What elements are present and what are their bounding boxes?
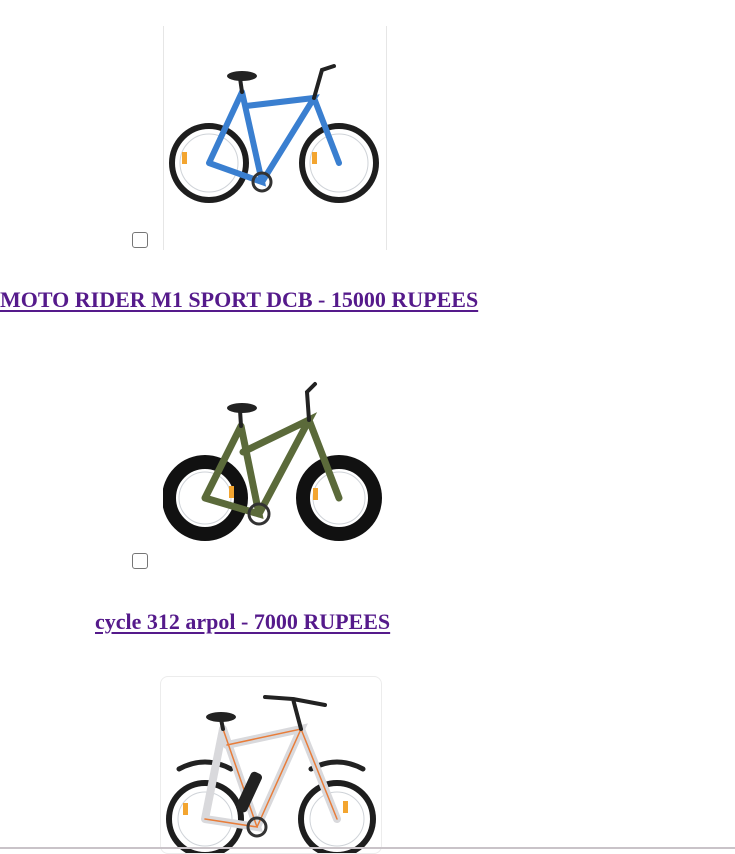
- product-title-link[interactable]: MOTO RIDER M1 SPORT DCB - 15000 RUPEES: [0, 287, 478, 313]
- blue-bicycle-icon: [169, 64, 379, 203]
- product-image[interactable]: [163, 26, 387, 250]
- product-card-2: cycle 312 arpol - 7000 RUPEES: [0, 330, 735, 660]
- product-card-1: MOTO RIDER M1 SPORT DCB - 15000 RUPEES: [0, 0, 735, 330]
- product-image[interactable]: [163, 356, 385, 576]
- silver-electric-bicycle-icon: [166, 695, 376, 853]
- product-image[interactable]: [160, 676, 382, 854]
- scroll-boundary-divider: [0, 847, 735, 849]
- product-title-link[interactable]: cycle 312 arpol - 7000 RUPEES: [95, 609, 390, 635]
- product-card-3: [0, 660, 735, 854]
- product-select-checkbox[interactable]: [132, 232, 148, 248]
- product-select-checkbox[interactable]: [132, 553, 148, 569]
- green-camo-fat-tyre-bicycle-icon: [163, 382, 382, 541]
